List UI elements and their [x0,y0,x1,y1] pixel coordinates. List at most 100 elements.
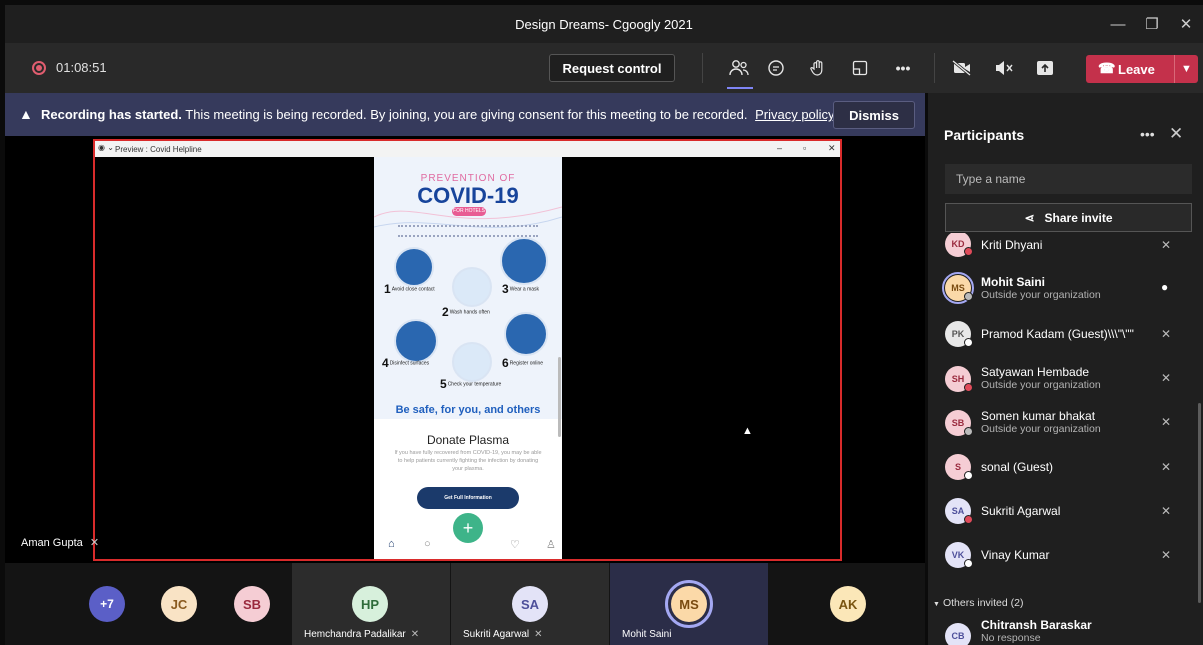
app-icon: ◉ ⌄ [98,143,114,152]
minimize-icon[interactable]: — [1101,16,1135,33]
maximize-icon: ▫ [803,143,807,153]
heart-icon: ♡ [510,539,520,551]
chat-icon[interactable] [764,56,788,80]
search-icon: ○ [424,538,431,550]
share-invite-button[interactable]: ⋖ Share invite [945,203,1192,232]
banner-text: This meeting is being recorded. By joini… [185,107,748,122]
participant-name: Sukriti Agarwal [981,504,1061,518]
avatar: MS [671,586,707,622]
raise-hand-icon[interactable] [806,56,830,80]
mouse-cursor-icon: ▲ [742,425,753,437]
meeting-timer: 01:08:51 [56,60,107,75]
list-item[interactable]: PK Pramod Kadam (Guest)\\\"\"" ✕ [928,321,1193,357]
step-5: 5Check your temperature [440,377,502,391]
chevron-down-icon[interactable]: ▼ [1174,55,1198,83]
step-1: 1Avoid close contact [384,282,435,296]
more-options-icon[interactable]: ••• [1140,126,1155,142]
participant-search-input[interactable] [945,164,1192,194]
others-invited-header[interactable]: ▼ Others invited (2) [933,597,1023,609]
close-icon[interactable]: ✕ [1169,124,1183,144]
phone-hangup-icon: ☎ [1098,60,1116,76]
people-icon[interactable] [727,56,751,80]
participant-subtitle: Outside your organization [981,289,1101,301]
avatar: CB [945,623,971,645]
video-tile[interactable]: MS Mohit Saini [610,563,768,645]
phone-scrollbar [558,357,561,437]
participant-list: KD Kriti Dhyani ✕ MS Mohit Saini Outside… [928,233,1203,645]
minimize-icon: – [777,143,783,153]
toolbar-divider [934,53,935,83]
tile-name: Sukriti Agarwal ✕ [463,629,543,640]
participant-name: Somen kumar bhakat [981,409,1096,423]
participant-subtitle: Outside your organization [981,423,1101,435]
mic-muted-icon: ✕ [410,629,420,640]
dismiss-button[interactable]: Dismiss [833,101,915,129]
more-icon[interactable]: ••• [891,56,915,80]
avatar: HP [352,586,388,622]
mic-muted-icon[interactable]: ✕ [1161,548,1171,562]
list-item[interactable]: SA Sukriti Agarwal ✕ [928,497,1193,533]
list-item[interactable]: CB Chitransh Baraskar No response [928,617,1193,645]
video-tile[interactable]: HP Hemchandra Padalikar ✕ [292,563,450,645]
request-control-button[interactable]: Request control [549,54,675,82]
status-badge [964,247,973,256]
share-icon: ⋖ [1024,210,1035,225]
poster-slogan: Be safe, for you, and others [395,404,541,416]
close-icon: ✕ [828,143,836,153]
camera-off-icon[interactable] [950,56,974,80]
home-icon: ⌂ [388,538,395,550]
phone-preview: PREVENTION OF COVID-19 FOR HOTELS 1Avoid… [374,157,562,559]
mic-muted-icon[interactable]: ✕ [1161,327,1171,341]
leave-button[interactable]: ☎ Leave ▼ [1086,55,1198,83]
share-invite-label: Share invite [1044,210,1113,225]
step-illustration [500,237,548,285]
window-controls: — ❐ ✕ [1101,5,1203,43]
teams-meeting-window: Design Dreams- Cgoogly 2021 — ❐ ✕ 01:08:… [0,0,1203,645]
title-bar: Design Dreams- Cgoogly 2021 — ❐ ✕ [5,5,1203,43]
maximize-icon[interactable]: ❐ [1135,15,1169,33]
video-tile[interactable]: AK [769,563,925,645]
step-3: 3Wear a mask [502,282,540,296]
tile-name: Mohit Saini [622,629,672,640]
participant-name: Kriti Dhyani [981,238,1043,252]
tile-name: Hemchandra Padalikar ✕ [304,629,420,640]
meeting-toolbar: 01:08:51 Request control ••• ☎ Leave ▼ [5,43,1203,93]
step-2: 2Wash hands often [442,305,490,319]
status-badge [964,559,973,568]
mic-muted-icon[interactable]: ✕ [1161,460,1171,474]
avatar[interactable]: SB [234,586,270,622]
share-tray-icon[interactable] [1033,56,1057,80]
speaker-muted-icon[interactable] [992,56,1016,80]
banner-bold-text: Recording has started. [41,107,182,122]
video-tile[interactable]: SA Sukriti Agarwal ✕ [451,563,609,645]
list-item[interactable]: VK Vinay Kumar ✕ [928,541,1193,577]
poster-pill: FOR HOTELS [452,207,486,216]
rooms-icon[interactable] [848,56,872,80]
mic-muted-icon[interactable]: ✕ [1161,238,1171,252]
status-badge [964,338,973,347]
close-icon[interactable]: ✕ [1169,15,1203,33]
avatar[interactable]: JC [161,586,197,622]
participant-name: Satyawan Hembade [981,365,1090,379]
mic-muted-icon[interactable]: ✕ [1161,371,1171,385]
presenter-label: Aman Gupta ✕ [21,536,99,549]
mic-muted-icon[interactable]: ✕ [1161,504,1171,518]
mic-muted-icon[interactable]: ✕ [1161,415,1171,429]
overflow-participants-button[interactable]: +7 [89,586,125,622]
meeting-stage: ◉ ⌄ Preview : Covid Helpline – ▫ ✕ PREVE… [5,136,925,563]
list-item[interactable]: SB Somen kumar bhakat Outside your organ… [928,409,1193,445]
participant-name: Pramod Kadam (Guest)\\\"\"" [981,327,1134,341]
mic-icon[interactable]: ● [1161,280,1168,294]
privacy-policy-link[interactable]: Privacy policy [755,107,834,122]
leave-label: Leave [1118,61,1155,77]
mic-muted-icon: ✕ [89,537,100,549]
active-tab-indicator [727,87,753,89]
list-item[interactable]: SH Satyawan Hembade Outside your organiz… [928,365,1193,401]
list-item[interactable]: S sonal (Guest) ✕ [928,453,1193,489]
presenter-name: Aman Gupta [21,537,83,549]
list-item[interactable]: KD Kriti Dhyani ✕ [928,233,1193,269]
participant-subtitle: Outside your organization [981,379,1101,391]
recording-banner: ▲ Recording has started. This meeting is… [5,93,925,136]
list-item[interactable]: MS Mohit Saini Outside your organization… [928,272,1193,311]
panel-scrollbar[interactable] [1198,403,1201,603]
